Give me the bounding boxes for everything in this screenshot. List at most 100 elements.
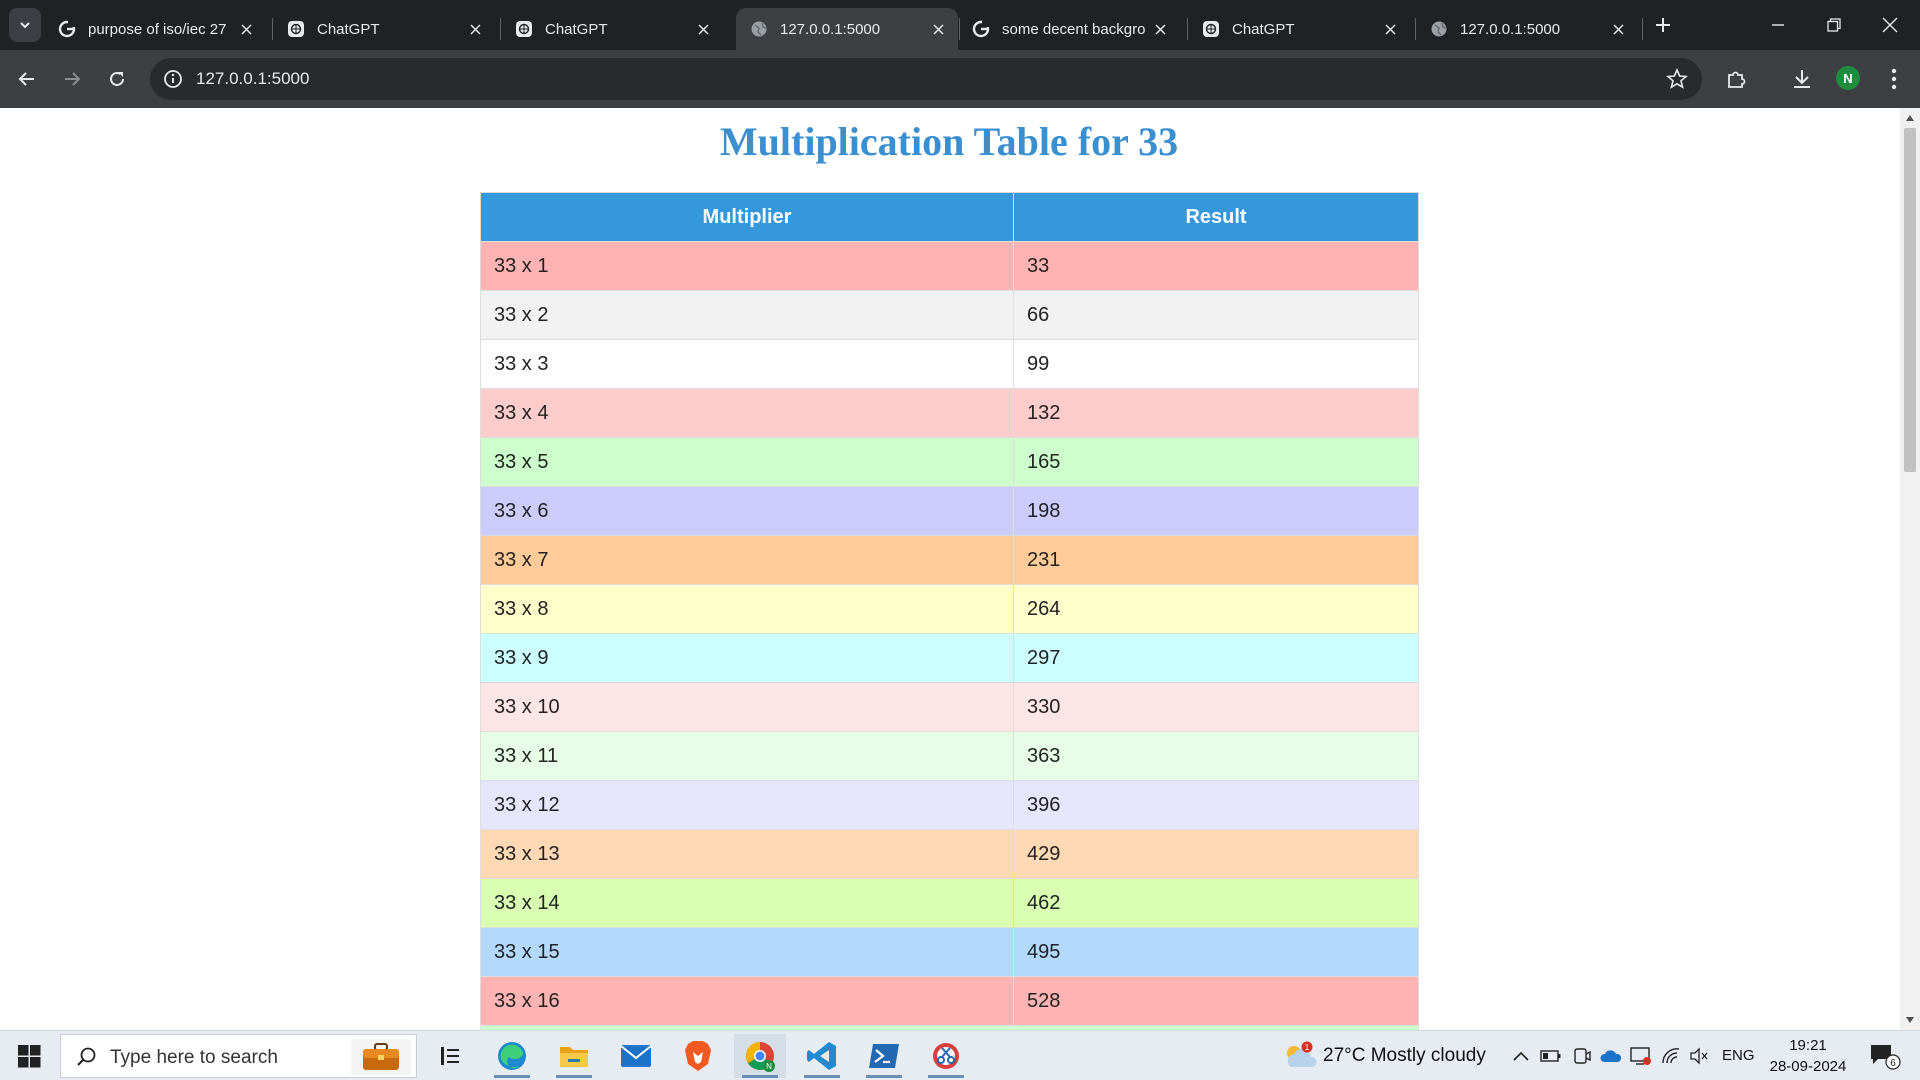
back-button[interactable]: [10, 62, 44, 96]
tab-close-button[interactable]: [1150, 19, 1170, 39]
tab-strip: purpose of iso/iec 27 ChatGPT ChatGPT 127.0…: [0, 0, 1920, 50]
restore-button[interactable]: [1806, 0, 1862, 50]
close-window-button[interactable]: [1862, 0, 1918, 50]
close-icon: [1154, 23, 1166, 35]
result-cell: 264: [1013, 584, 1419, 634]
triangle-down-icon: [1906, 1017, 1914, 1023]
profile-avatar[interactable]: N: [1836, 66, 1860, 90]
close-icon: [697, 23, 709, 35]
download-icon: [1794, 70, 1810, 88]
table-row: 33 x 10 330: [480, 682, 1419, 732]
taskbar-app-edge[interactable]: [486, 1034, 538, 1078]
google-icon: [972, 20, 990, 38]
notifications-button[interactable]: 6: [1868, 1041, 1902, 1071]
scroll-up-arrow[interactable]: [1900, 110, 1920, 126]
weather-icon[interactable]: 1: [1282, 1039, 1318, 1073]
table-row: 33 x 6 198: [480, 486, 1419, 536]
tab-close-button[interactable]: [465, 19, 485, 39]
table-row: 33 x 7 231: [480, 535, 1419, 585]
windows-start-button[interactable]: [10, 1043, 50, 1069]
search-icon: [77, 1047, 96, 1066]
cloudy-weather-icon: 1: [1287, 1041, 1317, 1067]
taskbar-clock[interactable]: 19:21 28-09-2024: [1766, 1035, 1850, 1077]
browser-tab[interactable]: ChatGPT: [1188, 8, 1410, 50]
language-indicator[interactable]: ENG: [1722, 1047, 1755, 1064]
page-viewport: Multiplication Table for 33 Multiplier R…: [0, 108, 1900, 1030]
scissors-icon: [933, 1043, 959, 1069]
tab-separator: [1642, 18, 1643, 40]
tab-separator: [272, 18, 273, 40]
tab-separator: [1415, 18, 1416, 40]
reload-icon: [110, 71, 124, 86]
close-icon: [1612, 23, 1624, 35]
wifi-tray-icon[interactable]: [1660, 1045, 1682, 1067]
triangle-up-icon: [1906, 115, 1914, 121]
extensions-button[interactable]: [1722, 65, 1750, 93]
tab-search-button[interactable]: [9, 8, 41, 42]
downloads-button[interactable]: [1788, 65, 1816, 93]
table-header-row: Multiplier Result: [480, 192, 1419, 242]
table-row: 33 x 5 165: [480, 437, 1419, 487]
arrow-left-icon: [18, 72, 34, 86]
show-hidden-icons-button[interactable]: [1510, 1045, 1532, 1067]
browser-tab[interactable]: purpose of iso/iec 27: [44, 8, 266, 50]
chrome-icon: N: [746, 1042, 775, 1072]
table-row: 33 x 14 462: [480, 878, 1419, 928]
scroll-down-arrow[interactable]: [1900, 1012, 1920, 1028]
taskbar-app-brave[interactable]: [672, 1034, 724, 1078]
bookmark-star-icon[interactable]: [1666, 68, 1688, 90]
volume-tray-icon[interactable]: [1688, 1045, 1710, 1067]
taskbar-app-powershell[interactable]: [858, 1034, 910, 1078]
browser-menu-button[interactable]: [1880, 65, 1908, 93]
multiplier-cell: 33 x 11: [480, 731, 1014, 781]
address-bar[interactable]: 127.0.0.1:5000: [150, 58, 1702, 100]
browser-tab[interactable]: ChatGPT: [273, 8, 495, 50]
table-row: 33 x 9 297: [480, 633, 1419, 683]
search-placeholder[interactable]: Type here to search: [110, 1047, 278, 1069]
new-tab-button[interactable]: [1650, 12, 1676, 38]
multiplier-cell: 33 x 12: [480, 780, 1014, 830]
search-highlight-icon[interactable]: [351, 1039, 411, 1075]
chatgpt-icon: [516, 21, 532, 37]
task-view-button[interactable]: [424, 1034, 476, 1078]
brave-icon: [685, 1041, 711, 1071]
multiplier-cell: 33 x 2: [480, 290, 1014, 340]
taskbar-app-file-explorer[interactable]: [548, 1034, 600, 1078]
browser-tab[interactable]: some decent backgro: [958, 8, 1180, 50]
forward-button[interactable]: [55, 62, 89, 96]
tab-title: ChatGPT: [1232, 20, 1295, 38]
taskbar-app-snipping-tool[interactable]: [920, 1034, 972, 1078]
browser-tab[interactable]: 127.0.0.1:5000: [736, 8, 958, 50]
speaker-muted-icon: [1690, 1047, 1708, 1065]
briefcase-icon: [363, 1043, 399, 1070]
meet-now-tray-icon[interactable]: [1571, 1045, 1593, 1067]
security-tray-icon[interactable]: [1630, 1045, 1652, 1067]
vertical-scrollbar[interactable]: [1900, 108, 1920, 1030]
battery-tray-icon[interactable]: [1540, 1045, 1562, 1067]
result-cell: 99: [1013, 339, 1419, 389]
result-cell: 198: [1013, 486, 1419, 536]
tab-close-button[interactable]: [1380, 19, 1400, 39]
taskbar-app-chrome[interactable]: N: [734, 1034, 786, 1078]
url-text[interactable]: 127.0.0.1:5000: [196, 69, 309, 89]
close-icon: [1384, 23, 1396, 35]
taskbar-app-mail[interactable]: [610, 1034, 662, 1078]
tab-favicon: [287, 20, 305, 38]
minimize-button[interactable]: [1750, 0, 1806, 50]
cloud-icon: [1600, 1050, 1622, 1062]
taskbar-search-box[interactable]: Type here to search: [60, 1034, 417, 1078]
taskbar-app-vscode[interactable]: [796, 1034, 848, 1078]
tab-close-button[interactable]: [693, 19, 713, 39]
multiplication-table: Multiplier Result 33 x 1 33 33 x 2 66 33 x 3…: [480, 192, 1419, 1030]
browser-tab[interactable]: ChatGPT: [501, 8, 723, 50]
weather-text[interactable]: 27°C Mostly cloudy: [1323, 1045, 1486, 1067]
tab-close-button[interactable]: [236, 19, 256, 39]
site-info-icon[interactable]: [162, 68, 184, 90]
reload-button[interactable]: [100, 62, 134, 96]
onedrive-tray-icon[interactable]: [1600, 1045, 1622, 1067]
scrollbar-thumb[interactable]: [1904, 128, 1916, 472]
browser-tab[interactable]: 127.0.0.1:5000: [1416, 8, 1638, 50]
battery-icon: [1540, 1050, 1561, 1062]
tab-close-button[interactable]: [1608, 19, 1628, 39]
tab-close-button[interactable]: [928, 19, 948, 39]
